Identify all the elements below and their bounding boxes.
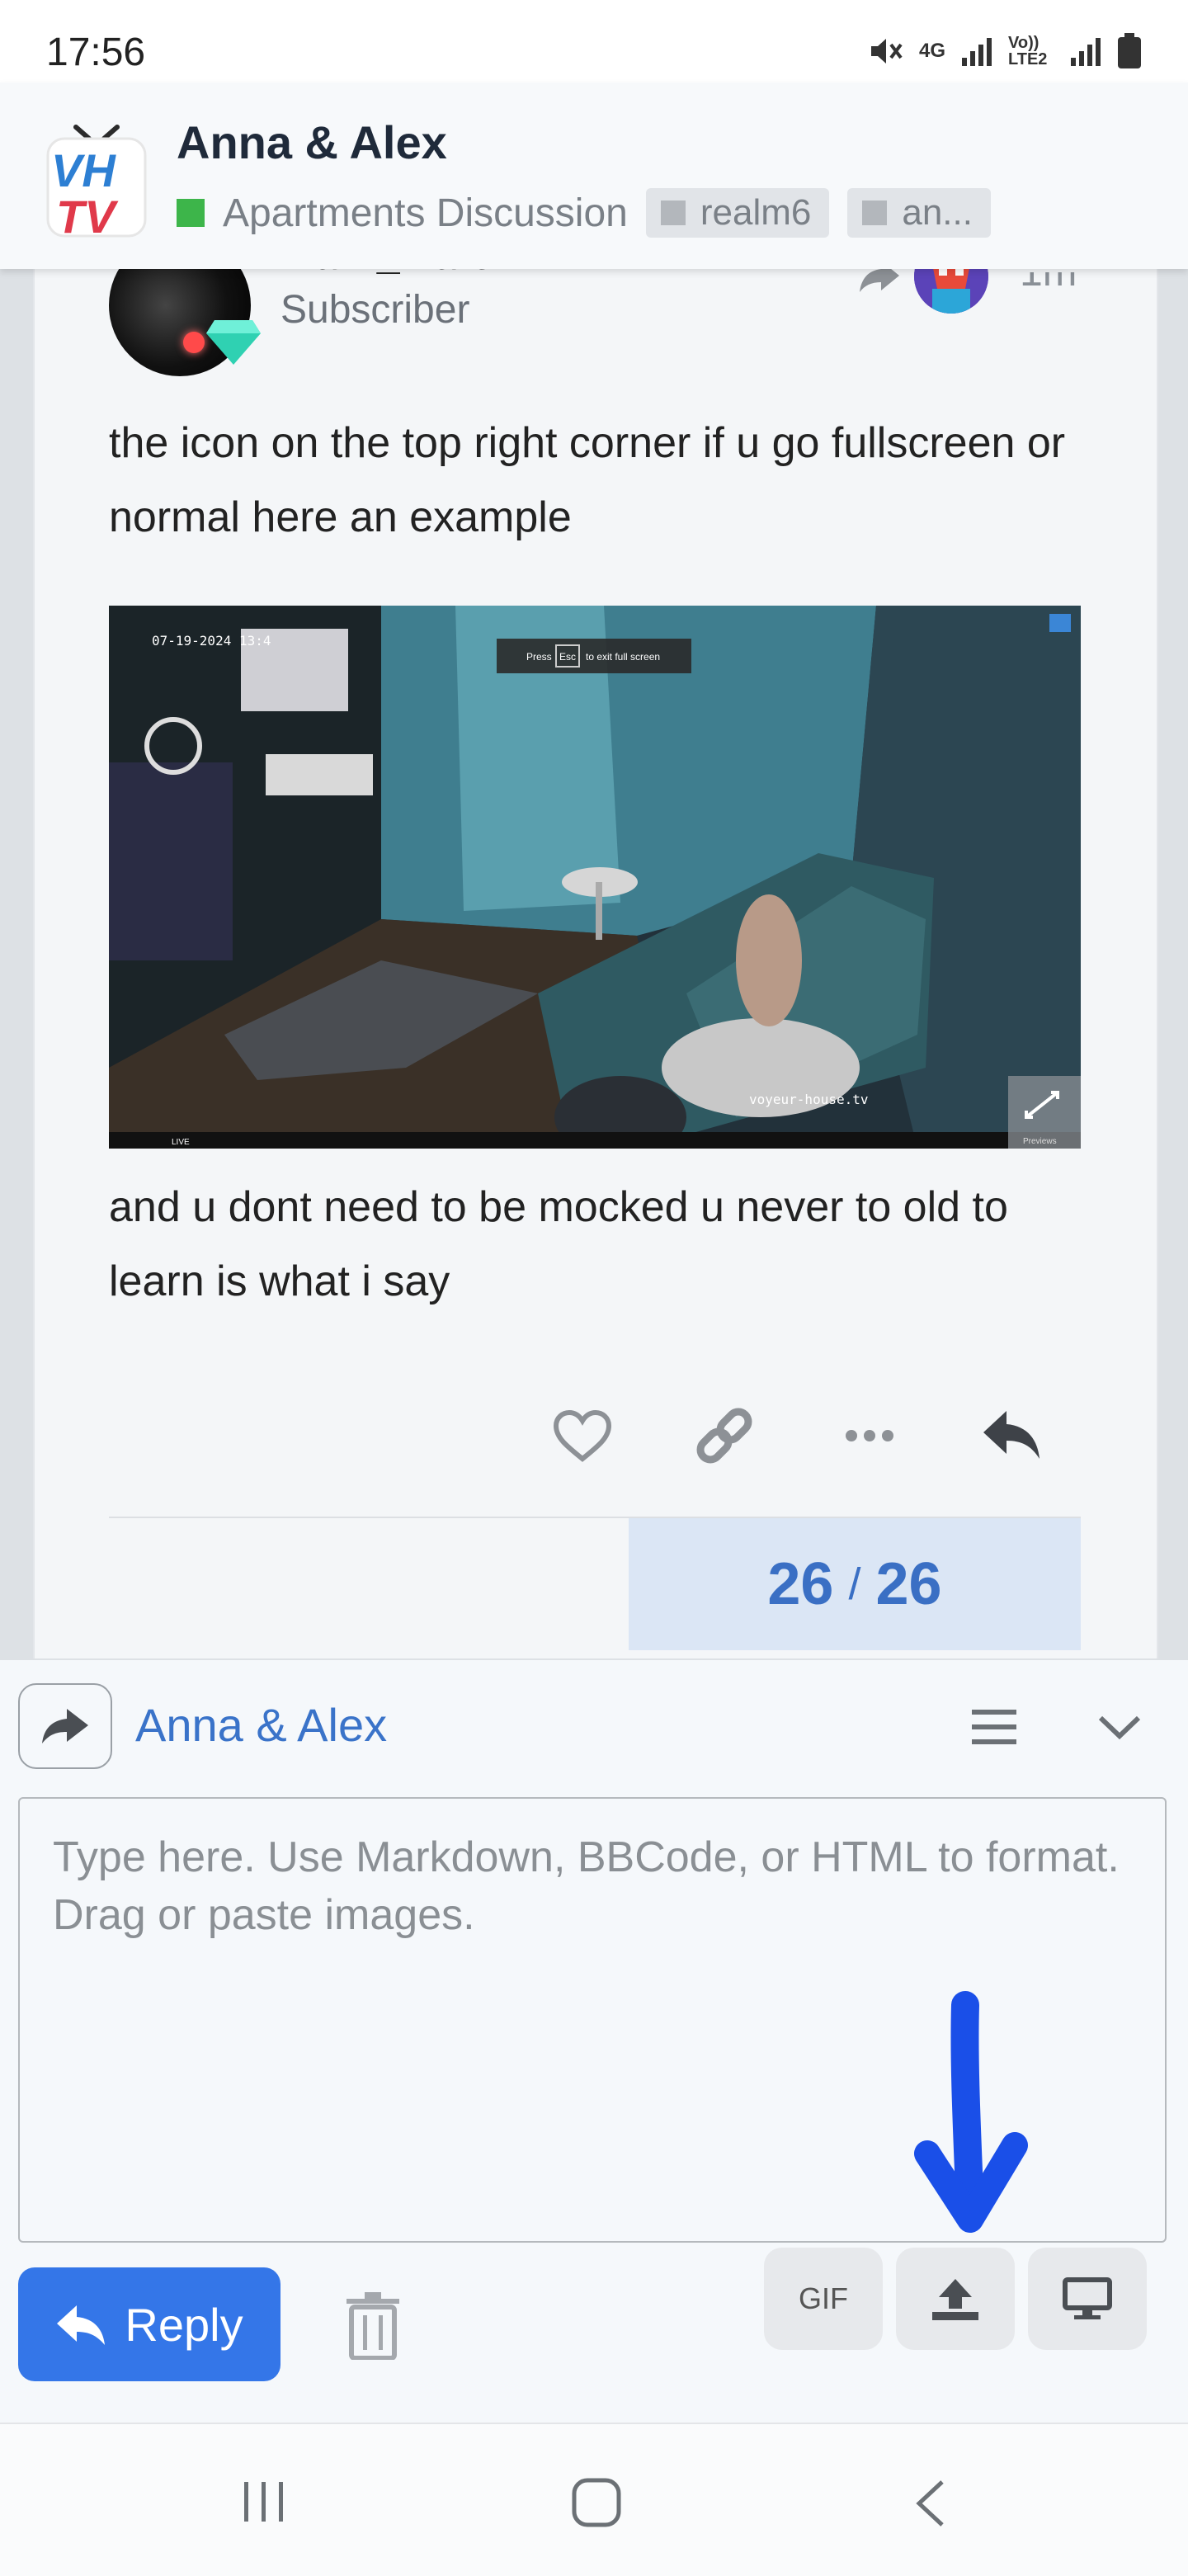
tag-truncated[interactable]: an...: [847, 188, 991, 238]
tag-label: realm6: [700, 192, 812, 233]
progress-current: 26: [767, 1551, 834, 1617]
tag-square-icon: [660, 201, 686, 225]
progress-separator: /: [848, 1559, 861, 1609]
trash-icon[interactable]: [343, 2291, 403, 2360]
drawn-down-arrow-icon: [914, 1991, 1028, 2233]
camera-timestamp: 07-19-2024 13:4: [152, 633, 271, 649]
reply-arrow-icon: [57, 2305, 106, 2345]
fullscreen-hint-post: to exit full screen: [586, 651, 660, 663]
tag-label: an...: [902, 192, 973, 233]
battery-icon: [1118, 33, 1141, 68]
user-title: Subscriber: [280, 288, 470, 332]
topic-header: VH TV Anna & Alex Apartments Discussion …: [0, 83, 1188, 269]
reply-button[interactable]: Reply: [18, 2267, 280, 2381]
tag-square-icon: [862, 201, 888, 225]
topic-title[interactable]: Anna & Alex: [177, 116, 447, 169]
vhtv-logo[interactable]: VH TV: [43, 117, 150, 241]
link-icon[interactable]: [691, 1403, 757, 1469]
room-screenshot: Press Esc to exit full screen 07-19-2024…: [109, 606, 1081, 1149]
logo-text-top: VH: [51, 144, 116, 196]
signal-icon-2: [1071, 38, 1101, 66]
system-nav-bar: [0, 2423, 1188, 2576]
signal-icon: [962, 38, 992, 66]
textarea-placeholder: Type here. Use Markdown, BBCode, or HTML…: [53, 1833, 1120, 1939]
status-time: 17:56: [46, 31, 146, 74]
share-arrow-icon: [42, 1709, 88, 1743]
previews-label: Previews: [1023, 1137, 1057, 1146]
progress-total: 26: [875, 1551, 942, 1617]
category-link[interactable]: Apartments Discussion: [223, 191, 628, 236]
image-watermark: voyeur-house.tv: [749, 1092, 869, 1107]
avatar-light: [183, 332, 205, 353]
volte-label: Vo)) LTE2: [1008, 34, 1048, 68]
breadcrumb: Apartments Discussion realm6 an...: [177, 188, 991, 238]
status-icons: 4G Vo)) LTE2: [868, 33, 1142, 69]
fullscreen-hint-pre: Press: [526, 651, 552, 663]
upload-icon: [932, 2279, 978, 2320]
desktop-icon: [1063, 2277, 1112, 2319]
post-image[interactable]: Press Esc to exit full screen 07-19-2024…: [109, 606, 1081, 1149]
back-icon[interactable]: [912, 2479, 949, 2528]
live-label: LIVE: [172, 1138, 190, 1147]
gif-button[interactable]: GIF: [764, 2248, 883, 2350]
reply-to-topic-link[interactable]: Anna & Alex: [135, 1698, 387, 1752]
post-paragraph-2: and u dont need to be mocked u never to …: [109, 1183, 1008, 1305]
gif-label: GIF: [799, 2281, 848, 2315]
chevron-down-icon[interactable]: [1097, 1713, 1142, 1741]
reply-icon[interactable]: [978, 1403, 1044, 1469]
reply-button-label: Reply: [125, 2298, 243, 2351]
home-icon[interactable]: [571, 2477, 622, 2528]
network-4g-label: 4G: [918, 40, 945, 62]
toggle-preview-button[interactable]: [1028, 2248, 1147, 2350]
upload-button[interactable]: [896, 2248, 1015, 2350]
status-bar: 17:56 4G Vo)) LTE2: [0, 0, 1188, 83]
more-options-icon[interactable]: [837, 1403, 903, 1469]
recent-apps-icon[interactable]: [239, 2479, 289, 2525]
hamburger-menu-icon[interactable]: [970, 1706, 1018, 1748]
post-paragraph-1: the icon on the top right corner if u go…: [109, 419, 1066, 541]
fullscreen-hint-key: Esc: [559, 651, 576, 663]
logo-text-bottom: TV: [56, 191, 119, 241]
diamond-badge-icon: [206, 320, 261, 365]
left-gutter: [0, 269, 33, 1663]
like-heart-icon[interactable]: [549, 1403, 615, 1469]
topic-progress[interactable]: 26 / 26: [629, 1518, 1081, 1650]
mute-icon: [870, 39, 903, 64]
category-color-square: [177, 199, 205, 227]
right-gutter: [1155, 269, 1188, 1663]
compose-action-button[interactable]: [18, 1683, 112, 1769]
tag-realm6[interactable]: realm6: [645, 188, 830, 238]
